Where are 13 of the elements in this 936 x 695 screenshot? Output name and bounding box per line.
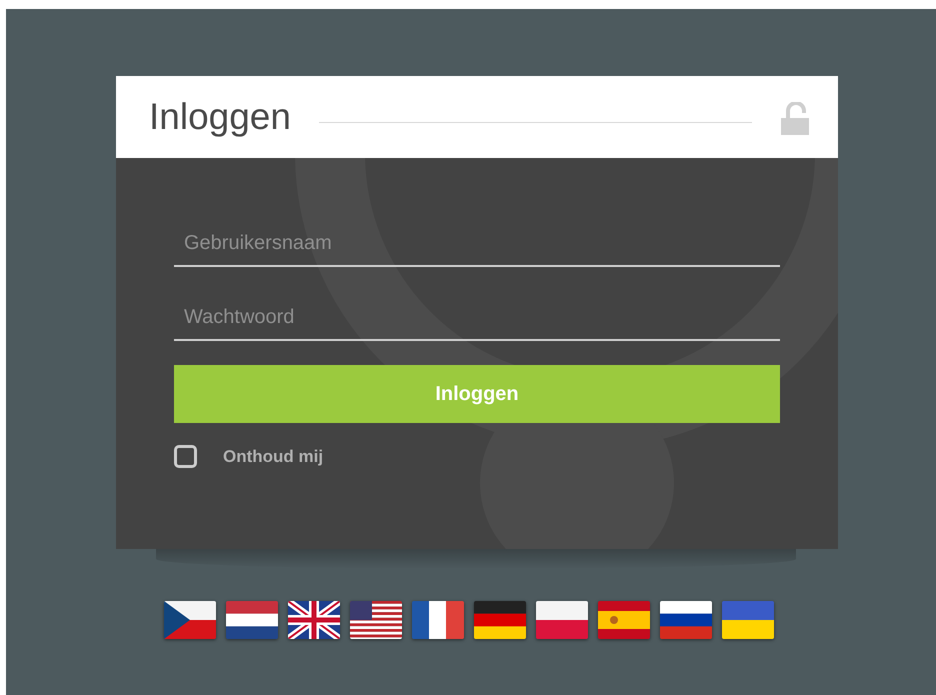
input-field[interactable]: Gebruikersnaam	[174, 226, 780, 267]
flag-icon[interactable]	[474, 601, 526, 639]
unlock-icon	[780, 102, 810, 136]
flag-icon[interactable]	[288, 601, 340, 639]
flag-icon[interactable]	[412, 601, 464, 639]
checkbox[interactable]	[174, 445, 197, 468]
flag-icon[interactable]	[226, 601, 278, 639]
flag-icon[interactable]	[660, 601, 712, 639]
input-field[interactable]: Wachtwoord	[174, 300, 780, 341]
flag-icon[interactable]	[350, 601, 402, 639]
flag-icon[interactable]	[164, 601, 216, 639]
card-title: Inloggen	[149, 96, 291, 138]
checkbox-label[interactable]: Onthoud mij	[223, 446, 324, 466]
